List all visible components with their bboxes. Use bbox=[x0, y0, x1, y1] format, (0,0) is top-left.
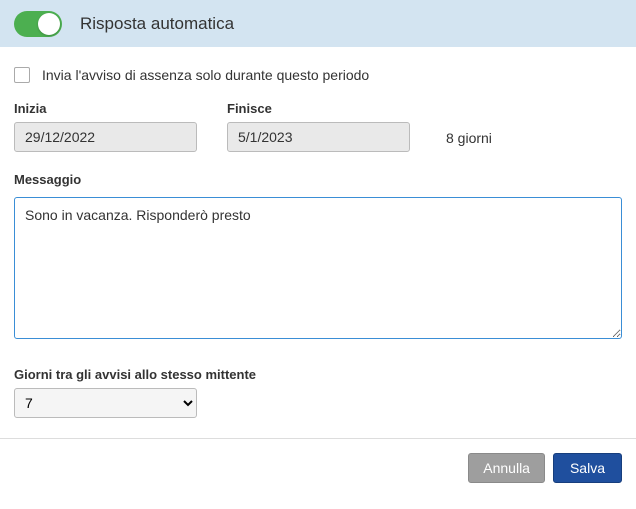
end-date-input[interactable] bbox=[227, 122, 410, 152]
period-only-row: Invia l'avviso di assenza solo durante q… bbox=[14, 67, 622, 83]
end-date-col: Finisce bbox=[227, 101, 410, 152]
dialog-title: Risposta automatica bbox=[80, 14, 234, 34]
duration-text: 8 giorni bbox=[440, 130, 492, 152]
save-button[interactable]: Salva bbox=[553, 453, 622, 483]
period-only-label: Invia l'avviso di assenza solo durante q… bbox=[42, 67, 369, 83]
toggle-knob bbox=[38, 13, 60, 35]
end-date-label: Finisce bbox=[227, 101, 410, 116]
start-date-label: Inizia bbox=[14, 101, 197, 116]
message-textarea[interactable] bbox=[14, 197, 622, 339]
period-only-checkbox[interactable] bbox=[14, 67, 30, 83]
dialog-header: Risposta automatica bbox=[0, 0, 636, 47]
message-label: Messaggio bbox=[14, 172, 622, 187]
auto-reply-toggle[interactable] bbox=[14, 11, 62, 37]
days-between-label: Giorni tra gli avvisi allo stesso mitten… bbox=[14, 367, 256, 382]
message-section: Messaggio bbox=[14, 172, 622, 342]
days-between-select[interactable]: 7 bbox=[14, 388, 197, 418]
dates-row: Inizia Finisce 8 giorni bbox=[14, 101, 622, 152]
start-date-input[interactable] bbox=[14, 122, 197, 152]
days-between-section: Giorni tra gli avvisi allo stesso mitten… bbox=[14, 366, 622, 418]
dialog-content: Invia l'avviso di assenza solo durante q… bbox=[0, 47, 636, 438]
start-date-col: Inizia bbox=[14, 101, 197, 152]
dialog-footer: Annulla Salva bbox=[0, 438, 636, 497]
cancel-button[interactable]: Annulla bbox=[468, 453, 545, 483]
